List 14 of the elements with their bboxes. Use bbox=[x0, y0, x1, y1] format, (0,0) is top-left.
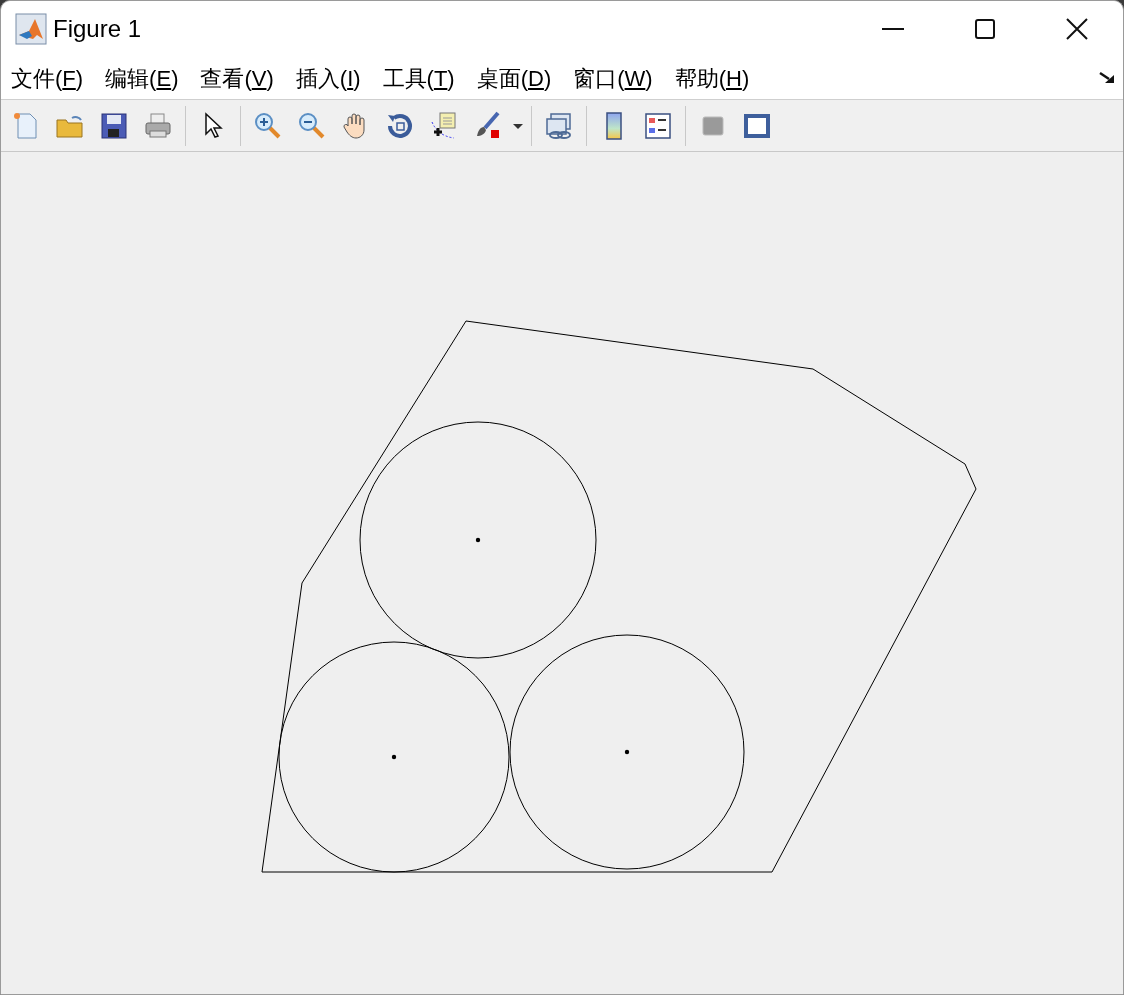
menu-item[interactable]: 帮助(H) bbox=[670, 61, 754, 95]
menu-item[interactable]: 插入(I) bbox=[291, 61, 365, 95]
menu-item[interactable]: 查看(V) bbox=[196, 61, 278, 95]
maximize-icon bbox=[975, 19, 995, 39]
app-logo-icon bbox=[15, 13, 47, 45]
window-title: Figure 1 bbox=[53, 14, 142, 44]
menu-item[interactable]: 编辑(E) bbox=[101, 61, 183, 95]
menu-item[interactable]: 文件(F) bbox=[7, 61, 88, 95]
close-icon bbox=[1066, 18, 1088, 40]
menu-item[interactable]: 工具(T) bbox=[378, 61, 459, 95]
menu-item[interactable]: 桌面(D) bbox=[472, 61, 556, 95]
minimize-icon bbox=[882, 28, 904, 30]
menu-item[interactable]: 窗口(W) bbox=[569, 61, 657, 95]
dock-arrow-icon[interactable] bbox=[1099, 71, 1115, 85]
